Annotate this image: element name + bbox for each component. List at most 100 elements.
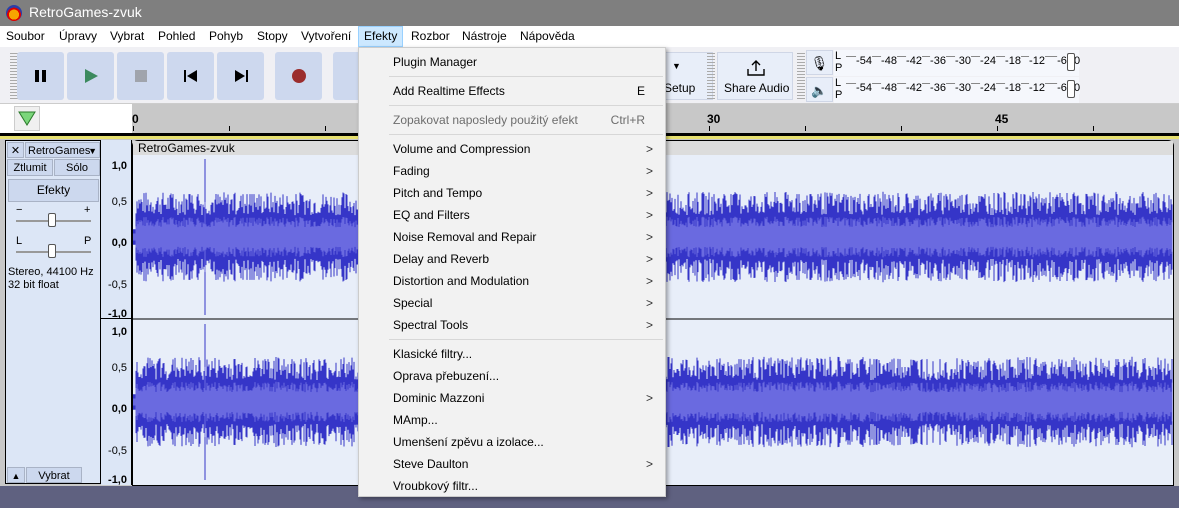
track-menu-button[interactable]: RetroGames ▼ (25, 142, 100, 158)
menu-item[interactable]: Oprava přebuzení... (359, 365, 665, 387)
menu-efekty[interactable]: Efekty (358, 26, 404, 47)
record-button[interactable] (275, 52, 322, 100)
menu-item[interactable]: Distortion and Modulation > (359, 270, 665, 292)
chevron-right-icon: > (645, 186, 653, 200)
track-control-panel: ✕ RetroGames ▼ Ztlumit Sólo Efekty − + L … (5, 140, 101, 484)
solo-label: Sólo (65, 162, 89, 174)
vertical-ruler: 1,0 0,5 0,0 -0,5 -1,0 1,0 0,5 0,0 -0,5 -1,0 (101, 140, 132, 486)
sample-rate-info: Stereo, 44100 Hz (8, 266, 94, 278)
menu-item[interactable]: EQ and Filters > (359, 204, 665, 226)
y-axis-label: 0,5 (111, 361, 127, 374)
menu-item[interactable]: Volume and Compression > (359, 138, 665, 160)
chevron-right-icon: > (645, 457, 653, 471)
menu-item[interactable]: Umenšení zpěvu a izolace... (359, 431, 665, 453)
pan-slider-handle[interactable] (48, 244, 56, 258)
share-audio-button[interactable]: Share Audio (717, 52, 793, 100)
effects-button[interactable]: Efekty (8, 179, 99, 202)
skip-end-icon (234, 70, 248, 82)
gain-slider-handle[interactable] (48, 213, 56, 227)
track-info: Stereo, 44100 Hz 32 bit float (8, 266, 94, 292)
menu-item[interactable]: Fading > (359, 160, 665, 182)
menu-item[interactable]: Special > (359, 292, 665, 314)
chevron-right-icon: > (645, 164, 653, 178)
menu-separator (389, 76, 663, 77)
menu-vytvoření[interactable]: Vytvoření (296, 26, 356, 47)
menu-úpravy[interactable]: Úpravy (54, 26, 102, 47)
menu-item[interactable]: Noise Removal and Repair > (359, 226, 665, 248)
toolbar-grip[interactable] (797, 53, 805, 99)
pause-button[interactable] (17, 52, 64, 100)
timeline-options-button[interactable] (14, 106, 40, 131)
collapse-track-button[interactable]: ▲ (7, 467, 25, 483)
ruler-tick (133, 126, 134, 131)
menu-item-label: Oprava přebuzení... (393, 369, 500, 383)
menu-item-label: Klasické filtry... (393, 347, 473, 361)
menu-item[interactable]: Pitch and Tempo > (359, 182, 665, 204)
y-axis-label: -0,5 (108, 279, 127, 291)
ruler-label: 45 (995, 112, 1009, 126)
menu-item[interactable]: Plugin Manager (359, 51, 665, 73)
dropdown-arrow-icon: ▼ (88, 146, 97, 156)
menu-item[interactable]: Delay and Reverb > (359, 248, 665, 270)
meter-tick-label: -30 (955, 55, 971, 67)
skip-to-end-button[interactable] (217, 52, 264, 100)
menu-item[interactable]: MAmp... (359, 409, 665, 431)
menu-item[interactable]: Steve Daulton > (359, 453, 665, 475)
meter-tick-label: -12 (1029, 82, 1045, 94)
stop-button[interactable] (117, 52, 164, 100)
menu-item-label: MAmp... (393, 413, 438, 427)
skip-start-icon (183, 70, 197, 82)
meter-gain-handle[interactable] (1067, 80, 1075, 98)
menu-item[interactable]: Add Realtime Effects E (359, 80, 665, 102)
play-button[interactable] (67, 52, 114, 100)
menu-item: Zopakovat naposledy použitý efekt Ctrl+R (359, 109, 665, 131)
timeline-left (0, 104, 132, 133)
menu-item-label: EQ and Filters (393, 208, 470, 222)
gain-min-label: − (16, 204, 23, 216)
select-track-button[interactable]: Vybrat (26, 467, 82, 483)
menu-stopy[interactable]: Stopy (252, 26, 293, 47)
channel-labels: LP (835, 77, 842, 101)
ruler-tick (805, 126, 806, 131)
meter-gain-handle[interactable] (1067, 53, 1075, 71)
close-track-button[interactable]: ✕ (7, 142, 24, 158)
audio-setup-button[interactable]: ▼ Setup (663, 52, 713, 100)
menu-pohyb[interactable]: Pohyb (204, 26, 248, 47)
menu-soubor[interactable]: Soubor (1, 26, 50, 47)
recording-meter[interactable]: L P -54 -48 -42 -36 -30 -24 -18 -12 -6 0 (834, 50, 1081, 76)
close-icon: ✕ (10, 145, 21, 157)
toolbar-grip[interactable] (707, 53, 715, 99)
meter-tick-label: -36 (930, 55, 946, 67)
menu-item[interactable]: Dominic Mazzoni > (359, 387, 665, 409)
chevron-right-icon: > (645, 296, 653, 310)
window-title: RetroGames-zvuk (29, 4, 142, 20)
stop-icon (134, 70, 147, 82)
menu-separator (389, 105, 663, 106)
play-icon (84, 69, 98, 83)
share-icon (747, 60, 765, 76)
meter-scale: -54 -48 -42 -36 -30 -24 -18 -12 -6 0 (846, 55, 1081, 67)
meter-tick-label: -42 (906, 55, 922, 67)
menu-item[interactable]: Vroubkový filtr... (359, 475, 665, 497)
playback-meter-button[interactable]: 🔈 (806, 77, 833, 102)
playback-meter[interactable]: L P -54 -48 -42 -36 -30 -24 -18 -12 -6 0 (834, 77, 1081, 103)
menu-nástroje[interactable]: Nástroje (457, 26, 512, 47)
menu-item-label: Spectral Tools (393, 318, 469, 332)
record-meter-button[interactable]: 🎙 (806, 50, 833, 75)
chevron-right-icon: > (645, 230, 653, 244)
menu-item-label: Fading (393, 164, 430, 178)
menu-nápověda[interactable]: Nápověda (515, 26, 580, 47)
y-axis-label: -1,0 (108, 473, 127, 486)
menu-item[interactable]: Spectral Tools > (359, 314, 665, 336)
mute-button[interactable]: Ztlumit (7, 159, 53, 176)
menu-item-label: Umenšení zpěvu a izolace... (393, 435, 544, 449)
channel-labels: LP (835, 50, 842, 74)
mute-label: Ztlumit (13, 162, 47, 174)
skip-to-start-button[interactable] (167, 52, 214, 100)
menu-vybrat[interactable]: Vybrat (105, 26, 149, 47)
menu-item-label: Zopakovat naposledy použitý efekt (393, 113, 578, 127)
menu-pohled[interactable]: Pohled (153, 26, 200, 47)
menu-item[interactable]: Klasické filtry... (359, 343, 665, 365)
solo-button[interactable]: Sólo (54, 159, 100, 176)
menu-rozbor[interactable]: Rozbor (406, 26, 455, 47)
